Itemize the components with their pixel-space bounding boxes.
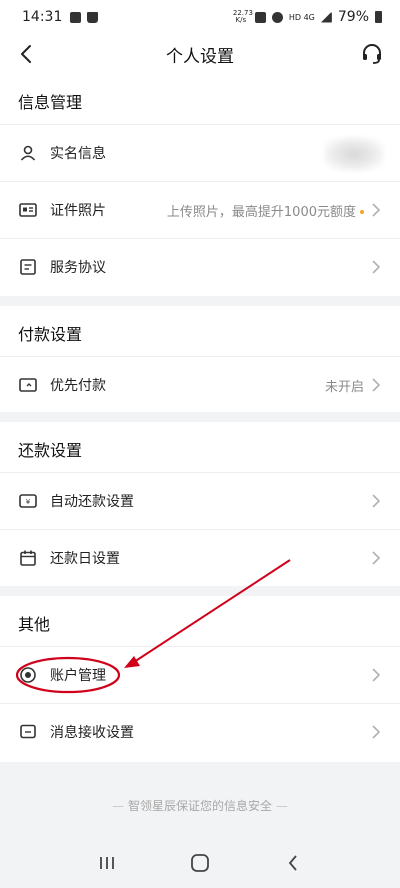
home-icon[interactable] [185,848,215,878]
battery-icon [375,11,382,23]
row-label: 服务协议 [50,260,106,276]
chevron-right-icon [372,260,382,274]
blurred-name-value [324,137,384,171]
back-nav-icon[interactable] [278,848,308,878]
auto-repay-icon: ¥ [18,491,38,511]
row-label: 账户管理 [50,668,106,684]
chevron-right-icon [372,203,382,217]
section-title: 付款设置 [18,325,83,344]
signal-icon [320,11,332,23]
row-label: 优先付款 [50,378,106,394]
net-speed: 22.73 K/s [232,9,253,24]
network-type: HD 4G [288,12,315,22]
message-icon [18,722,38,742]
chevron-right-icon [372,551,382,565]
alarm-icon [271,11,283,23]
battery-percent: 79% [337,9,369,25]
section-title: 信息管理 [18,93,83,112]
row-priority-payment[interactable]: 优先付款 未开启 [0,356,400,413]
row-auto-repay[interactable]: ¥ 自动还款设置 [0,472,400,529]
customer-service-icon[interactable] [358,40,386,68]
account-icon [18,665,38,685]
page-title: 个人设置 [166,46,234,67]
row-value: 上传照片，最高提升1000元额度 [167,201,364,220]
row-label: 自动还款设置 [50,494,134,510]
row-account-management[interactable]: 账户管理 [0,646,400,703]
person-icon [18,143,38,163]
row-value: 未开启 [324,379,364,395]
row-id-photo[interactable]: 证件照片 上传照片，最高提升1000元额度 [0,181,400,238]
shop-notification-icon [87,11,99,23]
system-nav-bar [0,838,400,888]
security-footer: — 智领星辰保证您的信息安全 — [112,799,288,813]
chevron-right-icon [372,494,382,508]
chevron-right-icon [372,378,382,392]
section-title: 还款设置 [18,441,83,460]
wallet-icon [18,375,38,395]
chevron-right-icon [372,725,382,739]
calendar-icon [18,548,38,568]
section-other: 其他 账户管理 消息接收设置 [0,596,400,762]
row-service-agreement[interactable]: 服务协议 [0,238,400,295]
row-label: 消息接收设置 [50,725,134,741]
row-label: 还款日设置 [50,551,120,567]
status-time: 14:31 [22,9,63,25]
section-info-management: 信息管理 实名信息 证件照片 上传照片，最高提升1000元额度 服务协议 [0,74,400,296]
section-repayment-settings: 还款设置 ¥ 自动还款设置 还款日设置 [0,422,400,586]
svg-text:¥: ¥ [26,498,31,506]
header: 个人设置 [0,34,400,74]
document-icon [18,257,38,277]
row-label: 证件照片 [50,203,106,219]
row-message-settings[interactable]: 消息接收设置 [0,703,400,760]
message-status-icon [254,11,266,23]
page: 14:31 22.73 K/s HD 4G 79% 个人设置 信息管理 实名信息… [0,0,400,888]
section-title: 其他 [18,615,51,634]
status-bar: 14:31 22.73 K/s HD 4G 79% [0,0,400,34]
row-label: 实名信息 [50,146,106,162]
back-icon[interactable] [12,40,40,68]
highlight-dot [360,210,364,214]
row-real-name-info[interactable]: 实名信息 [0,124,400,181]
row-repay-date[interactable]: 还款日设置 [0,529,400,586]
recent-apps-icon[interactable] [92,848,122,878]
chat-notification-icon [70,11,82,23]
id-card-icon [18,200,38,220]
chevron-right-icon [372,668,382,682]
section-payment-settings: 付款设置 优先付款 未开启 [0,306,400,412]
status-right: 22.73 K/s HD 4G 79% [233,9,382,25]
